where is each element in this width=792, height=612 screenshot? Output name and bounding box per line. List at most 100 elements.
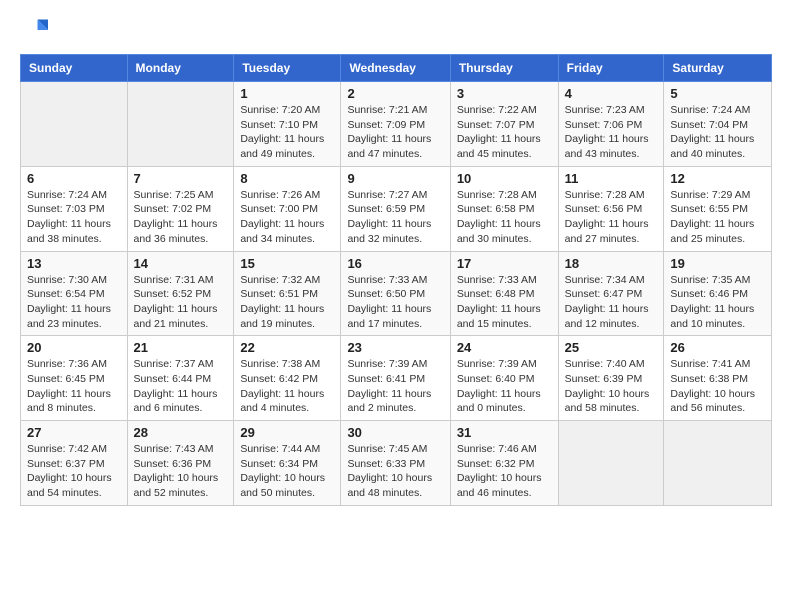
day-number: 26 bbox=[670, 340, 765, 355]
calendar-cell bbox=[21, 82, 128, 167]
day-number: 13 bbox=[27, 256, 121, 271]
calendar-cell bbox=[664, 421, 772, 506]
calendar-cell: 10Sunrise: 7:28 AM Sunset: 6:58 PM Dayli… bbox=[450, 166, 558, 251]
calendar-cell bbox=[127, 82, 234, 167]
calendar-cell: 30Sunrise: 7:45 AM Sunset: 6:33 PM Dayli… bbox=[341, 421, 450, 506]
calendar-cell: 6 Sunrise: 7:24 AM Sunset: 7:03 PM Daylig… bbox=[21, 166, 128, 251]
calendar-header-friday: Friday bbox=[558, 55, 664, 82]
day-info: Sunrise: 7:20 AM Sunset: 7:10 PM Dayligh… bbox=[240, 103, 334, 162]
calendar-cell: 23 Sunrise: 7:39 AM Sunset: 6:41 PM Dayli… bbox=[341, 336, 450, 421]
calendar-cell: 4 Sunrise: 7:23 AM Sunset: 7:06 PM Daylig… bbox=[558, 82, 664, 167]
day-number: 3 bbox=[457, 86, 552, 101]
calendar-cell: 22 Sunrise: 7:38 AM Sunset: 6:42 PM Dayli… bbox=[234, 336, 341, 421]
day-info: Sunrise: 7:45 AM Sunset: 6:33 PM Dayligh… bbox=[347, 442, 443, 501]
calendar-cell: 1 Sunrise: 7:20 AM Sunset: 7:10 PM Daylig… bbox=[234, 82, 341, 167]
day-number: 7 bbox=[134, 171, 228, 186]
page: SundayMondayTuesdayWednesdayThursdayFrid… bbox=[0, 0, 792, 612]
day-number: 17 bbox=[457, 256, 552, 271]
day-number: 11 bbox=[565, 171, 658, 186]
calendar-cell: 31 Sunrise: 7:46 AM Sunset: 6:32 PM Dayli… bbox=[450, 421, 558, 506]
calendar-cell: 15 Sunrise: 7:32 AM Sunset: 6:51 PM Dayli… bbox=[234, 251, 341, 336]
calendar-cell: 25 Sunrise: 7:40 AM Sunset: 6:39 PM Dayli… bbox=[558, 336, 664, 421]
day-number: 15 bbox=[240, 256, 334, 271]
calendar-header-thursday: Thursday bbox=[450, 55, 558, 82]
calendar-cell: 21 Sunrise: 7:37 AM Sunset: 6:44 PM Dayli… bbox=[127, 336, 234, 421]
day-number: 25 bbox=[565, 340, 658, 355]
day-info: Sunrise: 7:43 AM Sunset: 6:36 PM Dayligh… bbox=[134, 442, 228, 501]
logo-icon bbox=[20, 16, 48, 44]
day-info: Sunrise: 7:25 AM Sunset: 7:02 PM Dayligh… bbox=[134, 188, 228, 247]
day-info: Sunrise: 7:24 AM Sunset: 7:04 PM Dayligh… bbox=[670, 103, 765, 162]
day-info: Sunrise: 7:27 AM Sunset: 6:59 PM Dayligh… bbox=[347, 188, 443, 247]
day-info: Sunrise: 7:38 AM Sunset: 6:42 PM Dayligh… bbox=[240, 357, 334, 416]
day-number: 28 bbox=[134, 425, 228, 440]
calendar-cell: 19Sunrise: 7:35 AM Sunset: 6:46 PM Dayli… bbox=[664, 251, 772, 336]
day-info: Sunrise: 7:36 AM Sunset: 6:45 PM Dayligh… bbox=[27, 357, 121, 416]
calendar-cell: 29 Sunrise: 7:44 AM Sunset: 6:34 PM Dayli… bbox=[234, 421, 341, 506]
day-number: 9 bbox=[347, 171, 443, 186]
calendar-week-2: 6 Sunrise: 7:24 AM Sunset: 7:03 PM Daylig… bbox=[21, 166, 772, 251]
calendar-cell: 18 Sunrise: 7:34 AM Sunset: 6:47 PM Dayli… bbox=[558, 251, 664, 336]
day-number: 10 bbox=[457, 171, 552, 186]
calendar-header-saturday: Saturday bbox=[664, 55, 772, 82]
calendar-cell bbox=[558, 421, 664, 506]
day-number: 29 bbox=[240, 425, 334, 440]
calendar-cell: 8Sunrise: 7:26 AM Sunset: 7:00 PM Daylig… bbox=[234, 166, 341, 251]
calendar-cell: 26 Sunrise: 7:41 AM Sunset: 6:38 PM Dayli… bbox=[664, 336, 772, 421]
day-info: Sunrise: 7:30 AM Sunset: 6:54 PM Dayligh… bbox=[27, 273, 121, 332]
header bbox=[20, 16, 772, 44]
calendar-header-sunday: Sunday bbox=[21, 55, 128, 82]
calendar-table: SundayMondayTuesdayWednesdayThursdayFrid… bbox=[20, 54, 772, 506]
day-info: Sunrise: 7:46 AM Sunset: 6:32 PM Dayligh… bbox=[457, 442, 552, 501]
day-number: 6 bbox=[27, 171, 121, 186]
day-info: Sunrise: 7:21 AM Sunset: 7:09 PM Dayligh… bbox=[347, 103, 443, 162]
day-info: Sunrise: 7:28 AM Sunset: 6:56 PM Dayligh… bbox=[565, 188, 658, 247]
calendar-cell: 11 Sunrise: 7:28 AM Sunset: 6:56 PM Dayli… bbox=[558, 166, 664, 251]
calendar-header-monday: Monday bbox=[127, 55, 234, 82]
day-info: Sunrise: 7:37 AM Sunset: 6:44 PM Dayligh… bbox=[134, 357, 228, 416]
day-number: 23 bbox=[347, 340, 443, 355]
calendar-cell: 20 Sunrise: 7:36 AM Sunset: 6:45 PM Dayli… bbox=[21, 336, 128, 421]
day-number: 2 bbox=[347, 86, 443, 101]
calendar-cell: 14Sunrise: 7:31 AM Sunset: 6:52 PM Dayli… bbox=[127, 251, 234, 336]
day-info: Sunrise: 7:39 AM Sunset: 6:40 PM Dayligh… bbox=[457, 357, 552, 416]
day-number: 27 bbox=[27, 425, 121, 440]
calendar-cell: 9 Sunrise: 7:27 AM Sunset: 6:59 PM Daylig… bbox=[341, 166, 450, 251]
day-info: Sunrise: 7:33 AM Sunset: 6:50 PM Dayligh… bbox=[347, 273, 443, 332]
day-number: 12 bbox=[670, 171, 765, 186]
calendar-header-tuesday: Tuesday bbox=[234, 55, 341, 82]
day-info: Sunrise: 7:40 AM Sunset: 6:39 PM Dayligh… bbox=[565, 357, 658, 416]
day-info: Sunrise: 7:42 AM Sunset: 6:37 PM Dayligh… bbox=[27, 442, 121, 501]
calendar-header-row: SundayMondayTuesdayWednesdayThursdayFrid… bbox=[21, 55, 772, 82]
day-number: 22 bbox=[240, 340, 334, 355]
calendar-cell: 28 Sunrise: 7:43 AM Sunset: 6:36 PM Dayli… bbox=[127, 421, 234, 506]
calendar-cell: 2 Sunrise: 7:21 AM Sunset: 7:09 PM Daylig… bbox=[341, 82, 450, 167]
day-number: 1 bbox=[240, 86, 334, 101]
day-number: 5 bbox=[670, 86, 765, 101]
day-number: 19 bbox=[670, 256, 765, 271]
calendar-cell: 13 Sunrise: 7:30 AM Sunset: 6:54 PM Dayli… bbox=[21, 251, 128, 336]
calendar-cell: 24Sunrise: 7:39 AM Sunset: 6:40 PM Dayli… bbox=[450, 336, 558, 421]
day-info: Sunrise: 7:41 AM Sunset: 6:38 PM Dayligh… bbox=[670, 357, 765, 416]
day-info: Sunrise: 7:32 AM Sunset: 6:51 PM Dayligh… bbox=[240, 273, 334, 332]
day-number: 20 bbox=[27, 340, 121, 355]
day-info: Sunrise: 7:39 AM Sunset: 6:41 PM Dayligh… bbox=[347, 357, 443, 416]
day-number: 4 bbox=[565, 86, 658, 101]
day-number: 21 bbox=[134, 340, 228, 355]
calendar-cell: 5 Sunrise: 7:24 AM Sunset: 7:04 PM Daylig… bbox=[664, 82, 772, 167]
day-info: Sunrise: 7:31 AM Sunset: 6:52 PM Dayligh… bbox=[134, 273, 228, 332]
calendar-cell: 7 Sunrise: 7:25 AM Sunset: 7:02 PM Daylig… bbox=[127, 166, 234, 251]
calendar-header-wednesday: Wednesday bbox=[341, 55, 450, 82]
calendar-week-5: 27 Sunrise: 7:42 AM Sunset: 6:37 PM Dayli… bbox=[21, 421, 772, 506]
calendar-cell: 17Sunrise: 7:33 AM Sunset: 6:48 PM Dayli… bbox=[450, 251, 558, 336]
day-number: 31 bbox=[457, 425, 552, 440]
day-number: 18 bbox=[565, 256, 658, 271]
calendar-cell: 27 Sunrise: 7:42 AM Sunset: 6:37 PM Dayli… bbox=[21, 421, 128, 506]
day-info: Sunrise: 7:23 AM Sunset: 7:06 PM Dayligh… bbox=[565, 103, 658, 162]
calendar-week-1: 1 Sunrise: 7:20 AM Sunset: 7:10 PM Daylig… bbox=[21, 82, 772, 167]
calendar-cell: 12Sunrise: 7:29 AM Sunset: 6:55 PM Dayli… bbox=[664, 166, 772, 251]
day-info: Sunrise: 7:44 AM Sunset: 6:34 PM Dayligh… bbox=[240, 442, 334, 501]
day-info: Sunrise: 7:34 AM Sunset: 6:47 PM Dayligh… bbox=[565, 273, 658, 332]
day-info: Sunrise: 7:24 AM Sunset: 7:03 PM Dayligh… bbox=[27, 188, 121, 247]
day-info: Sunrise: 7:26 AM Sunset: 7:00 PM Dayligh… bbox=[240, 188, 334, 247]
